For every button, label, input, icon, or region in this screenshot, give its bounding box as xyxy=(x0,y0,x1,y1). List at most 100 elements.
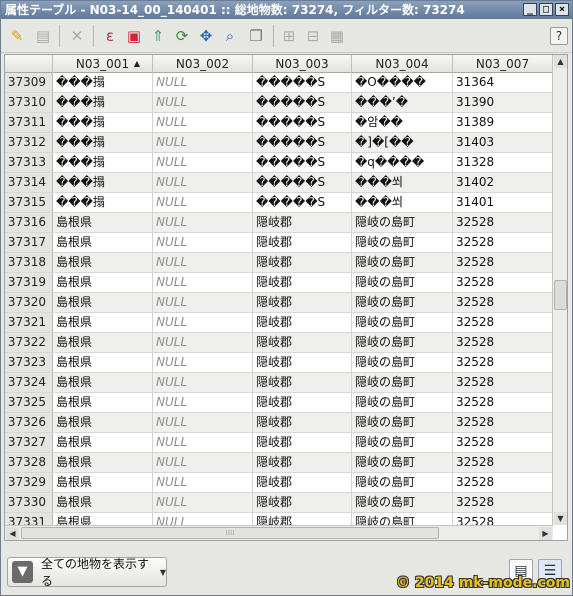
cell-n03-004[interactable]: 隠岐の島町 xyxy=(352,213,453,232)
remove-column-icon[interactable]: ⊟ xyxy=(301,24,325,48)
cell-n03-003[interactable]: 隠岐郡 xyxy=(253,333,352,352)
cell-n03-001[interactable]: 島根県 xyxy=(53,273,153,292)
cell-n03-007[interactable]: 32528 xyxy=(453,393,553,412)
vertical-scroll-thumb[interactable] xyxy=(554,280,567,310)
cell-n03-002[interactable]: NULL xyxy=(153,233,253,252)
table-row[interactable]: 37323 島根県 NULL 隠岐郡 隠岐の島町 32528 xyxy=(5,353,553,373)
table-row[interactable]: 37324 島根県 NULL 隠岐郡 隠岐の島町 32528 xyxy=(5,373,553,393)
cell-n03-002[interactable]: NULL xyxy=(153,433,253,452)
row-header[interactable]: 37311 xyxy=(5,113,53,132)
calculator-icon[interactable]: ▦ xyxy=(325,24,349,48)
row-header[interactable]: 37322 xyxy=(5,333,53,352)
cell-n03-001[interactable]: 島根県 xyxy=(53,453,153,472)
scroll-up-icon[interactable]: ▲ xyxy=(554,55,567,68)
table-row[interactable]: 37329 島根県 NULL 隠岐郡 隠岐の島町 32528 xyxy=(5,473,553,493)
cell-n03-007[interactable]: 32528 xyxy=(453,433,553,452)
cell-n03-007[interactable]: 32528 xyxy=(453,273,553,292)
cell-n03-002[interactable]: NULL xyxy=(153,293,253,312)
table-row[interactable]: 37322 島根県 NULL 隠岐郡 隠岐の島町 32528 xyxy=(5,333,553,353)
cell-n03-003[interactable]: 隠岐郡 xyxy=(253,453,352,472)
cell-n03-002[interactable]: NULL xyxy=(153,93,253,112)
cell-n03-002[interactable]: NULL xyxy=(153,473,253,492)
cell-n03-001[interactable]: ���搨 xyxy=(53,133,153,152)
cell-n03-004[interactable]: 隠岐の島町 xyxy=(352,273,453,292)
cell-n03-004[interactable]: �]�[�� xyxy=(352,133,453,152)
cell-n03-007[interactable]: 32528 xyxy=(453,493,553,512)
cell-n03-003[interactable]: 隠岐郡 xyxy=(253,393,352,412)
filter-button[interactable]: ▼ 全ての地物を表示する ▼ xyxy=(7,557,167,588)
cell-n03-002[interactable]: NULL xyxy=(153,493,253,512)
cell-n03-002[interactable]: NULL xyxy=(153,153,253,172)
cell-n03-001[interactable]: 島根県 xyxy=(53,333,153,352)
cell-n03-001[interactable]: ���搨 xyxy=(53,193,153,212)
delete-icon[interactable]: ✕ xyxy=(65,24,89,48)
cell-n03-003[interactable]: 隠岐郡 xyxy=(253,473,352,492)
cell-n03-002[interactable]: NULL xyxy=(153,273,253,292)
cell-n03-003[interactable]: 隠岐郡 xyxy=(253,213,352,232)
cell-n03-004[interactable]: 隠岐の島町 xyxy=(352,373,453,392)
cell-n03-001[interactable]: ���搨 xyxy=(53,153,153,172)
cell-n03-004[interactable]: ���ʼ� xyxy=(352,93,453,112)
cell-n03-002[interactable]: NULL xyxy=(153,113,253,132)
cell-n03-002[interactable]: NULL xyxy=(153,173,253,192)
help-button[interactable]: ? xyxy=(550,27,568,45)
cell-n03-002[interactable]: NULL xyxy=(153,333,253,352)
row-header[interactable]: 37324 xyxy=(5,373,53,392)
column-header-n03-002[interactable]: N03_002 xyxy=(153,55,253,73)
cell-n03-002[interactable]: NULL xyxy=(153,253,253,272)
row-header[interactable]: 37327 xyxy=(5,433,53,452)
scroll-left-icon[interactable]: ◀ xyxy=(6,527,19,540)
row-header-corner[interactable] xyxy=(5,55,53,73)
cell-n03-003[interactable]: 隠岐郡 xyxy=(253,253,352,272)
cell-n03-001[interactable]: 島根県 xyxy=(53,213,153,232)
table-row[interactable]: 37314 ���搨 NULL �����S ���쐬 31402 xyxy=(5,173,553,193)
cell-n03-007[interactable]: 31402 xyxy=(453,173,553,192)
cell-n03-004[interactable]: 隠岐の島町 xyxy=(352,473,453,492)
cell-n03-007[interactable]: 32528 xyxy=(453,213,553,232)
cell-n03-004[interactable]: ���쐬 xyxy=(352,173,453,192)
cell-n03-004[interactable]: ���쐬 xyxy=(352,193,453,212)
select-icon[interactable]: ▣ xyxy=(122,24,146,48)
cell-n03-004[interactable]: 隠岐の島町 xyxy=(352,313,453,332)
row-header[interactable]: 37321 xyxy=(5,313,53,332)
cell-n03-001[interactable]: 島根県 xyxy=(53,473,153,492)
scroll-down-icon[interactable]: ▼ xyxy=(554,512,567,525)
table-row[interactable]: 37309 ���搨 NULL �����S �O���� 31364 xyxy=(5,73,553,93)
add-column-icon[interactable]: ⊞ xyxy=(277,24,301,48)
table-row[interactable]: 37311 ���搨 NULL �����S �암�� 31389 xyxy=(5,113,553,133)
table-row[interactable]: 37318 島根県 NULL 隠岐郡 隠岐の島町 32528 xyxy=(5,253,553,273)
cell-n03-002[interactable]: NULL xyxy=(153,133,253,152)
row-header[interactable]: 37313 xyxy=(5,153,53,172)
cell-n03-003[interactable]: 隠岐郡 xyxy=(253,373,352,392)
row-header[interactable]: 37318 xyxy=(5,253,53,272)
table-row[interactable]: 37325 島根県 NULL 隠岐郡 隠岐の島町 32528 xyxy=(5,393,553,413)
cell-n03-001[interactable]: 島根県 xyxy=(53,393,153,412)
expression-icon[interactable]: ε xyxy=(98,24,122,48)
cell-n03-003[interactable]: �����S xyxy=(253,173,352,192)
table-row[interactable]: 37313 ���搨 NULL �����S �q���� 31328 xyxy=(5,153,553,173)
zoom-icon[interactable]: ⌕ xyxy=(218,24,242,48)
horizontal-scrollbar[interactable]: ◀ ⁞⁞⁞⁞ ▶ xyxy=(5,525,553,540)
cell-n03-007[interactable]: 31401 xyxy=(453,193,553,212)
row-header[interactable]: 37326 xyxy=(5,413,53,432)
cell-n03-001[interactable]: 島根県 xyxy=(53,493,153,512)
column-header-n03-001[interactable]: N03_001 ▲ xyxy=(53,55,153,73)
row-header[interactable]: 37315 xyxy=(5,193,53,212)
table-row[interactable]: 37319 島根県 NULL 隠岐郡 隠岐の島町 32528 xyxy=(5,273,553,293)
row-header[interactable]: 37325 xyxy=(5,393,53,412)
cell-n03-004[interactable]: 隠岐の島町 xyxy=(352,233,453,252)
cell-n03-007[interactable]: 32528 xyxy=(453,313,553,332)
save-icon[interactable]: ▤ xyxy=(31,24,55,48)
cell-n03-003[interactable]: �����S xyxy=(253,153,352,172)
cell-n03-002[interactable]: NULL xyxy=(153,413,253,432)
cell-n03-001[interactable]: 島根県 xyxy=(53,353,153,372)
column-header-n03-007[interactable]: N03_007 xyxy=(453,55,553,73)
move-top-icon[interactable]: ⇑ xyxy=(146,24,170,48)
cell-n03-004[interactable]: �q���� xyxy=(352,153,453,172)
pan-icon[interactable]: ✥ xyxy=(194,24,218,48)
cell-n03-001[interactable]: 島根県 xyxy=(53,413,153,432)
attribute-table[interactable]: N03_001 ▲ N03_002 N03_003 N03_004 N03_007… xyxy=(4,54,568,541)
cell-n03-004[interactable]: 隠岐の島町 xyxy=(352,333,453,352)
cell-n03-004[interactable]: 隠岐の島町 xyxy=(352,453,453,472)
horizontal-scroll-thumb[interactable]: ⁞⁞⁞⁞ xyxy=(21,527,439,539)
